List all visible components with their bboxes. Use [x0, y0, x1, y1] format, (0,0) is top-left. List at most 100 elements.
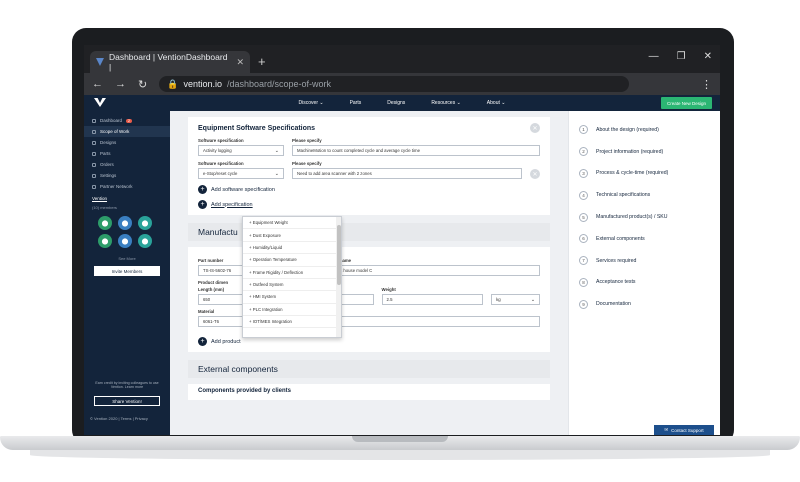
step-item[interactable]: 1 About the design (required) — [579, 119, 710, 141]
chat-icon: ✉ — [664, 427, 669, 432]
avatar[interactable]: ⬤ — [118, 234, 132, 248]
step-item[interactable]: 8 Acceptance tests — [579, 272, 710, 294]
step-number: 1 — [579, 125, 588, 135]
dashboard-icon — [92, 118, 96, 123]
add-specification-button[interactable]: + Add specification — [198, 200, 540, 209]
laptop-notch — [352, 436, 448, 442]
steps-panel: 1 About the design (required) 2 Project in… — [568, 111, 720, 435]
field-label: Weight — [381, 287, 396, 292]
dropdown-option[interactable]: + IOT/MES Integration — [243, 316, 341, 329]
vention-favicon-icon — [96, 58, 104, 66]
step-number: 6 — [579, 234, 588, 244]
nav-parts[interactable]: Parts — [350, 100, 362, 106]
nav-discover[interactable]: Discover ⌄ — [299, 100, 324, 106]
url-host: vention.io — [183, 79, 222, 89]
step-number: 9 — [579, 299, 588, 309]
top-nav: Discover ⌄ Parts Designs Resources ⌄ Abo… — [84, 95, 720, 111]
dropdown-option[interactable]: + Dust Exposure — [243, 229, 341, 242]
avatar[interactable]: ⬤ — [138, 234, 152, 248]
software-spec-select[interactable]: Activity logging — [198, 145, 284, 156]
sidebar-item-partner-network[interactable]: Partner Network — [84, 181, 170, 192]
sidebar-item-label: Orders — [100, 162, 114, 167]
nav-resources[interactable]: Resources ⌄ — [431, 100, 460, 106]
step-item[interactable]: 9 Documentation — [579, 293, 710, 315]
member-avatars: ⬤ ⬤ ⬤ ⬤ ⬤ ⬤ — [84, 210, 170, 254]
cart-icon — [92, 162, 96, 167]
scope-icon — [92, 129, 96, 134]
avatar[interactable]: ⬤ — [118, 216, 132, 230]
share-vention-button[interactable]: Share Vention! — [94, 396, 160, 406]
contact-support-button[interactable]: ✉ Contact Support — [654, 425, 714, 435]
add-software-spec-button[interactable]: + Add software specification — [198, 185, 540, 194]
browser-menu-icon[interactable]: ⋮ — [701, 78, 712, 91]
sidebar-item-designs[interactable]: Designs — [84, 137, 170, 148]
new-tab-icon[interactable]: + — [258, 54, 266, 69]
reload-icon[interactable]: ↻ — [138, 78, 147, 91]
step-item[interactable]: 7 Services required — [579, 250, 710, 272]
remove-row-icon[interactable]: ✕ — [530, 169, 540, 179]
avatar[interactable]: ⬤ — [138, 216, 152, 230]
step-item[interactable]: 6 External components — [579, 228, 710, 250]
unit-select[interactable]: kg — [491, 294, 541, 305]
close-window-icon[interactable]: ✕ — [704, 51, 712, 62]
step-item[interactable]: 2 Project information (required) — [579, 141, 710, 163]
dropdown-option[interactable]: + Operation Temperature — [243, 254, 341, 267]
laptop-shadow — [30, 450, 770, 460]
sidebar-item-settings[interactable]: Settings — [84, 170, 170, 181]
vention-logo-icon[interactable] — [94, 98, 106, 107]
add-product-button[interactable]: + Add product — [198, 337, 540, 346]
sidebar-item-scope-of-work[interactable]: Scope of Work — [84, 126, 170, 137]
dropdown-option[interactable]: + Frame Rigidity / Deflection — [243, 267, 341, 279]
step-item[interactable]: 5 Manufactured product(s) / SKU — [579, 206, 710, 228]
step-label: Acceptance tests — [596, 279, 636, 286]
step-number: 5 — [579, 212, 588, 222]
sidebar-item-label: Dashboard — [100, 118, 123, 123]
screen: Dashboard | VentionDashboard | ✕ + — ❐ ✕… — [84, 45, 720, 435]
create-new-design-button[interactable]: Create New Design — [660, 97, 712, 109]
weight-input[interactable]: 2.5 — [381, 294, 484, 305]
close-section-icon[interactable]: ✕ — [530, 123, 540, 133]
minimize-icon[interactable]: — — [649, 51, 659, 62]
plus-icon: + — [198, 185, 207, 194]
sidebar-item-parts[interactable]: Parts — [84, 148, 170, 159]
url-path: /dashboard/scope-of-work — [226, 79, 332, 89]
see-more-link[interactable]: See More — [84, 254, 170, 263]
avatar[interactable]: ⬤ — [98, 216, 112, 230]
dropdown-option[interactable]: + Equipment Weight — [243, 217, 341, 230]
sidebar-item-dashboard[interactable]: Dashboard 2 — [84, 115, 170, 126]
sidebar: Dashboard 2 Scope of Work Designs Parts O… — [84, 111, 170, 435]
field-label: Software specification — [198, 161, 244, 166]
scrollbar-thumb[interactable] — [336, 225, 341, 285]
step-label: Documentation — [596, 301, 631, 308]
software-spec-select[interactable]: e-Stop/reset cycle — [198, 168, 284, 179]
step-item[interactable]: 3 Process & cycle-time (required) — [579, 163, 710, 185]
back-icon[interactable]: ← — [92, 78, 103, 90]
section-title: Equipment Software Specifications — [198, 124, 316, 132]
sidebar-item-label: Parts — [100, 151, 111, 156]
browser-tab[interactable]: Dashboard | VentionDashboard | ✕ — [90, 51, 250, 73]
product-name-input[interactable]: t house model C — [336, 265, 540, 276]
nav-designs[interactable]: Designs — [387, 100, 405, 106]
dropdown-scrollbar[interactable] — [336, 217, 341, 337]
sidebar-item-orders[interactable]: Orders — [84, 159, 170, 170]
forward-icon[interactable]: → — [115, 78, 126, 90]
dropdown-option[interactable]: + Humidity/Liquid — [243, 242, 341, 255]
avatar[interactable]: ⬤ — [98, 234, 112, 248]
software-spec-card: Equipment Software Specifications ✕ Soft… — [188, 117, 550, 215]
restore-icon[interactable]: ❐ — [677, 51, 686, 62]
step-number: 7 — [579, 256, 588, 266]
parts-icon — [92, 151, 96, 156]
dropdown-option[interactable]: + PLC Integration — [243, 304, 341, 316]
specify-input[interactable]: MachineMotion to count completed cycle a… — [292, 145, 540, 156]
dropdown-option[interactable]: + HMI System — [243, 291, 341, 304]
dropdown-option[interactable]: + Outfeed System — [243, 279, 341, 292]
specify-input[interactable]: Need to add area scanner with 2 zones — [292, 168, 522, 179]
close-tab-icon[interactable]: ✕ — [236, 57, 244, 68]
step-label: Process & cycle-time (required) — [596, 170, 669, 177]
nav-about[interactable]: About ⌄ — [487, 100, 506, 106]
url-field[interactable]: 🔒 vention.io/dashboard/scope-of-work — [159, 76, 629, 92]
invite-members-button[interactable]: Invite Members — [94, 266, 160, 276]
team-name[interactable]: Vention — [84, 192, 170, 205]
step-item[interactable]: 4 Technical specifications — [579, 184, 710, 206]
plus-icon: + — [198, 200, 207, 209]
